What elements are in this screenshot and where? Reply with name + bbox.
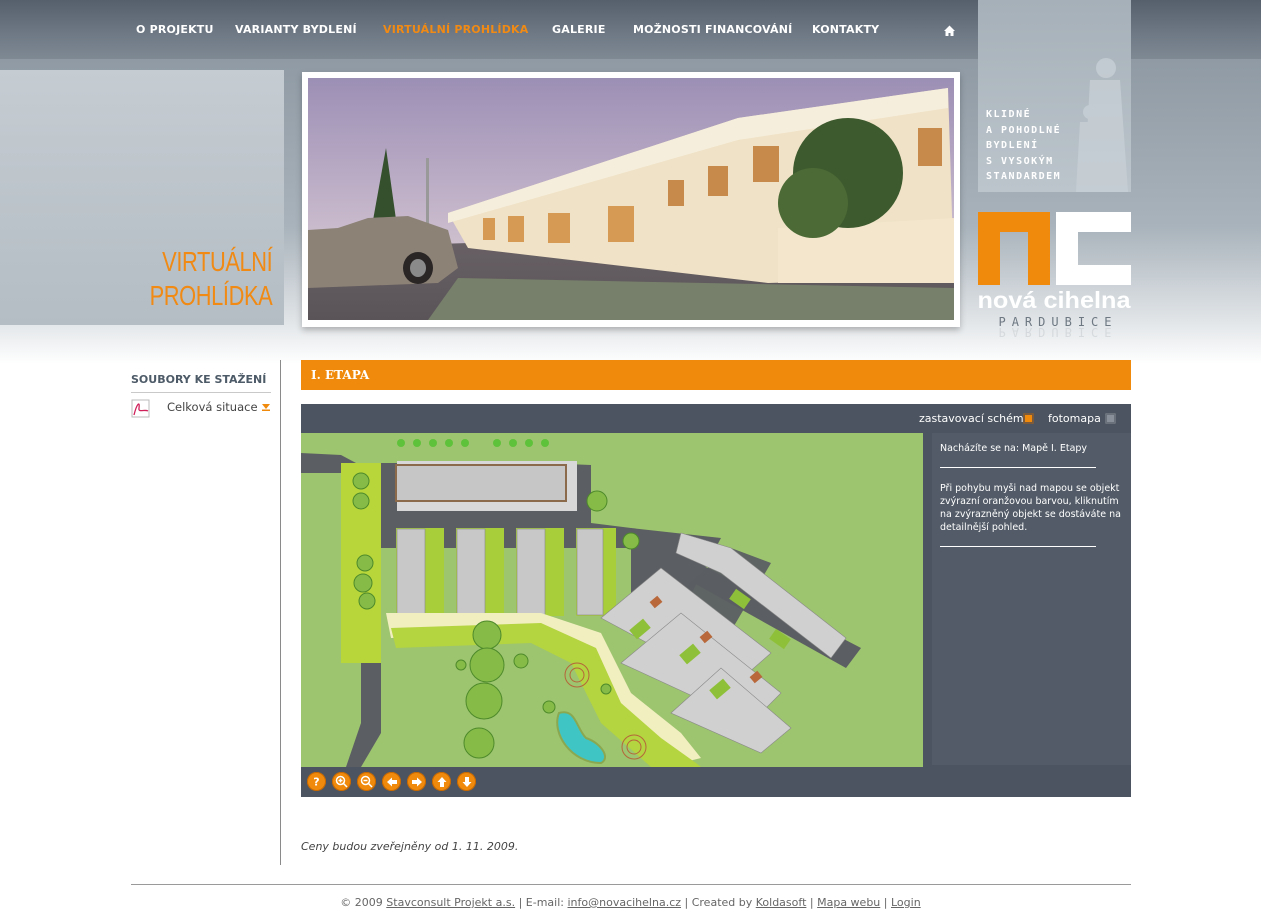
site-plan-map[interactable] — [301, 433, 923, 767]
nav-item-o-projektu[interactable]: O PROJEKTU — [136, 23, 214, 36]
footer: © 2009 Stavconsult Projekt a.s. | E-mail… — [0, 896, 1261, 909]
divider — [940, 546, 1096, 547]
footer-copyright: © 2009 — [340, 896, 383, 909]
map-info-panel: Nacházíte se na: Mapě I. Etapy Při pohyb… — [932, 433, 1131, 765]
footer-creator-link[interactable]: Koldasoft — [756, 896, 807, 909]
section-title: I. ETAPA — [311, 368, 370, 382]
page-title-line-1: VIRTUÁLNÍ — [161, 246, 273, 277]
nav-item-virtualni-prohlidka[interactable]: VIRTUÁLNÍ PROHLÍDKA — [383, 23, 529, 36]
prices-note: Ceny budou zveřejněny od 1. 11. 2009. — [301, 840, 519, 853]
home-icon[interactable] — [943, 24, 956, 37]
page-title: VIRTUÁLNÍ PROHLÍDKA — [149, 245, 272, 313]
footer-separator: | — [883, 896, 888, 909]
map-toolbar: ? — [307, 772, 482, 791]
page-title-line-2: PROHLÍDKA — [149, 280, 272, 311]
tagline-line: A POHODLNÉ — [986, 124, 1062, 136]
brand-tagline: KLIDNÉ A POHODLNÉ BYDLENÍ S VYSOKÝM STAN… — [986, 107, 1061, 185]
pdf-icon — [131, 399, 150, 418]
nav-item-moznosti-financovani[interactable]: MOŽNOSTI FINANCOVÁNÍ — [633, 23, 792, 36]
arrow-left-icon[interactable] — [382, 772, 401, 791]
nova-cihelna-logo: nc nová cihelna PARDUBICE PARDUBICE — [978, 212, 1131, 339]
download-arrow-icon — [262, 404, 270, 411]
radio-active-icon[interactable] — [1023, 413, 1034, 424]
option-zastavovaci-schema[interactable]: zastavovací schéma — [919, 412, 1030, 425]
tagline-line: BYDLENÍ — [986, 140, 1039, 151]
option-fotomapa[interactable]: fotomapa — [1048, 412, 1101, 425]
arrow-down-icon[interactable] — [457, 772, 476, 791]
divider — [131, 392, 271, 393]
zoom-in-icon[interactable] — [332, 772, 351, 791]
tagline-line: KLIDNÉ — [986, 109, 1032, 120]
map-help-text: Při pohybu myši nad mapou se objekt zvýr… — [940, 483, 1121, 533]
footer-company-link[interactable]: Stavconsult Projekt a.s. — [386, 896, 515, 909]
help-icon[interactable]: ? — [307, 772, 326, 791]
nav-item-varianty-bydleni[interactable]: VARIANTY BYDLENÍ — [235, 23, 357, 36]
divider — [940, 467, 1096, 468]
footer-separator: | — [809, 896, 814, 909]
footer-sitemap-link[interactable]: Mapa webu — [817, 896, 880, 909]
tagline-line: STANDARDEM — [986, 171, 1062, 182]
svg-text:nc: nc — [1054, 223, 1056, 225]
column-divider — [280, 360, 281, 865]
download-item-label[interactable]: Celková situace — [167, 400, 258, 414]
footer-login-link[interactable]: Login — [891, 896, 921, 909]
footer-email-label: | E-mail: — [518, 896, 564, 909]
footer-divider — [131, 884, 1131, 885]
footer-email-link[interactable]: info@novacihelna.cz — [568, 896, 682, 909]
footer-created-label: | Created by — [684, 896, 753, 909]
hero-photo-frame — [302, 72, 960, 327]
nav-item-kontakty[interactable]: KONTAKTY — [812, 23, 879, 36]
download-item-celkova-situace[interactable]: Celková situace — [131, 399, 273, 419]
map-viewer: zastavovací schéma fotomapa Nacházíte se… — [301, 404, 1131, 797]
downloads-title: SOUBORY KE STAŽENÍ — [131, 373, 267, 386]
map-location-text: Nacházíte se na: Mapě I. Etapy — [940, 443, 1088, 454]
svg-text:?: ? — [313, 776, 319, 787]
nav-item-galerie[interactable]: GALERIE — [552, 23, 606, 36]
arrow-right-icon[interactable] — [407, 772, 426, 791]
logo-name: nová cihelna — [978, 287, 1131, 313]
tagline-line: S VYSOKÝM — [986, 155, 1054, 167]
section-header: I. ETAPA — [301, 360, 1131, 390]
arrow-up-icon[interactable] — [432, 772, 451, 791]
radio-inactive-icon[interactable] — [1105, 413, 1116, 424]
zoom-out-icon[interactable] — [357, 772, 376, 791]
hero-photo — [308, 78, 954, 320]
logo-city-reflection: PARDUBICE — [998, 325, 1117, 339]
